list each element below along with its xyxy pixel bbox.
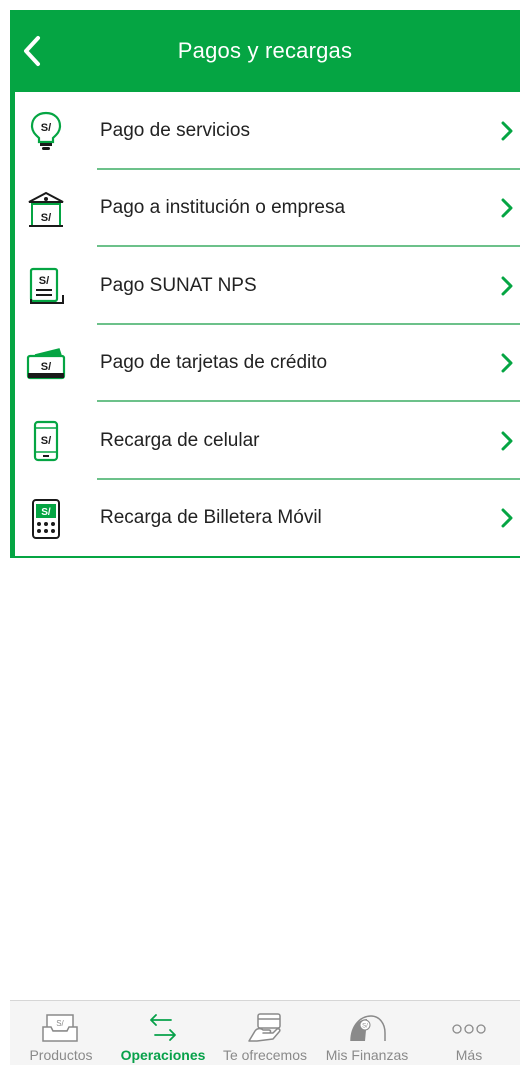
menu-item-pago-sunat[interactable]: S/ Pago SUNAT NPS xyxy=(15,247,520,325)
svg-text:S/: S/ xyxy=(39,275,49,287)
lightbulb-soles-icon: S/ xyxy=(30,111,62,150)
wallet-icon: S/ xyxy=(42,1014,78,1042)
tab-operaciones[interactable]: Operaciones xyxy=(112,1001,214,1065)
svg-text:S/: S/ xyxy=(41,435,51,447)
menu-item-label: Pago de tarjetas de crédito xyxy=(100,352,328,374)
menu-item-pago-servicios[interactable]: S/ Pago de servicios xyxy=(15,92,520,170)
chevron-right-icon xyxy=(501,508,513,528)
menu-item-label: Pago SUNAT NPS xyxy=(100,274,257,296)
wallet-phone-icon: S/ xyxy=(32,498,60,539)
menu-item-label: Pago a institución o empresa xyxy=(100,197,346,219)
chevron-right-icon xyxy=(501,121,513,141)
transfer-arrows-icon xyxy=(150,1014,176,1041)
svg-text:S/: S/ xyxy=(56,1019,64,1028)
menu-item-pago-tarjetas[interactable]: S/ Pago de tarjetas de crédito xyxy=(15,325,520,402)
svg-text:S/: S/ xyxy=(41,361,51,373)
document-soles-icon: S/ xyxy=(29,267,64,304)
institution-soles-icon: S/ xyxy=(28,191,64,227)
top-bar: Pagos y recargas xyxy=(10,10,520,92)
menu-item-label: Recarga de Billetera Móvil xyxy=(100,507,322,529)
tab-label: Más xyxy=(455,1047,483,1063)
bottom-tab-bar: S/ Productos Operaciones Te ofrecemos S/… xyxy=(10,1000,520,1065)
chevron-right-icon xyxy=(501,198,513,218)
chevron-right-icon xyxy=(501,276,513,296)
menu-item-pago-institucion[interactable]: S/ Pago a institución o empresa xyxy=(15,170,520,247)
menu-item-recarga-celular[interactable]: S/ Recarga de celular xyxy=(15,402,520,480)
chevron-left-icon[interactable] xyxy=(18,34,48,68)
tab-label: Productos xyxy=(29,1047,93,1063)
phone-soles-icon: S/ xyxy=(33,420,59,462)
gauge-icon: S/ xyxy=(350,1015,386,1042)
page-title: Pagos y recargas xyxy=(177,38,353,63)
clipped-top-area xyxy=(0,0,520,10)
tab-te-ofrecemos[interactable]: Te ofrecemos xyxy=(214,1001,316,1065)
tab-label: Operaciones xyxy=(120,1047,206,1063)
tab-label: Te ofrecemos xyxy=(222,1047,308,1063)
menu-item-recarga-billetera[interactable]: S/ Recarga de Billetera Móvil xyxy=(15,480,520,558)
svg-text:S/: S/ xyxy=(41,122,51,134)
tab-label: Mis Finanzas xyxy=(325,1047,409,1063)
payments-menu: S/ Pago de servicios S/ Pago a instituci… xyxy=(10,92,520,558)
hand-card-icon xyxy=(248,1013,281,1042)
credit-card-soles-icon: S/ xyxy=(26,347,66,379)
menu-item-label: Pago de servicios xyxy=(100,119,250,141)
chevron-right-icon xyxy=(501,353,513,373)
svg-text:S/: S/ xyxy=(362,1024,368,1030)
tab-mis-finanzas[interactable]: S/ Mis Finanzas xyxy=(316,1001,418,1065)
menu-item-label: Recarga de celular xyxy=(100,429,260,451)
more-dots-icon xyxy=(452,1024,486,1034)
svg-text:S/: S/ xyxy=(41,507,51,518)
tab-mas[interactable]: Más xyxy=(418,1001,520,1065)
svg-text:S/: S/ xyxy=(41,212,51,224)
tab-productos[interactable]: S/ Productos xyxy=(10,1001,112,1065)
chevron-right-icon xyxy=(501,431,513,451)
